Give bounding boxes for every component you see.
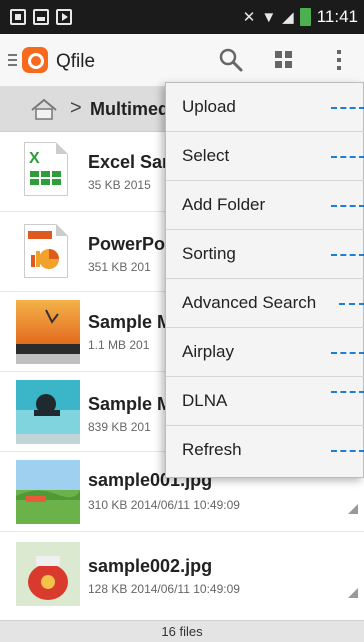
image-notification-icon (33, 9, 49, 25)
document-notification-icon (10, 9, 26, 25)
menu-item-label: DLNA (182, 391, 228, 410)
sunset-video-thumbnail (16, 300, 80, 364)
menu-item-label: Upload (182, 97, 236, 116)
row-corner-icon (348, 504, 358, 514)
annotation-dash (331, 205, 364, 207)
system-icons: ✕ ▼ ◢ 11:41 (243, 7, 358, 27)
file-name: PowerPoi (88, 234, 171, 254)
menu-item-label: Sorting (182, 244, 236, 263)
menu-item-refresh[interactable]: Refresh (166, 426, 364, 475)
annotation-dash (331, 254, 364, 256)
search-icon[interactable] (218, 47, 244, 73)
file-meta: 839 KB 201 (88, 420, 151, 434)
row-corner-icon (348, 588, 358, 598)
annotation-dash (331, 450, 364, 452)
menu-item-select[interactable]: Select (166, 132, 364, 181)
menu-item-advanced-search[interactable]: Advanced Search (166, 279, 364, 328)
action-bar: Qfile (0, 34, 364, 86)
menu-item-label: Add Folder (182, 195, 266, 214)
mute-icon: ✕ (242, 9, 256, 26)
excel-file-icon: X (24, 142, 68, 196)
file-name: Excel Sar (88, 152, 170, 172)
notification-icons (10, 9, 72, 25)
landscape-image-thumbnail (16, 460, 80, 524)
annotation-dash (331, 107, 364, 109)
annotation-dash (339, 303, 364, 305)
wifi-icon: ▼ (261, 8, 277, 26)
file-count: 16 files (0, 620, 364, 642)
battery-icon (299, 8, 311, 26)
menu-item-label: Refresh (182, 440, 242, 459)
svg-text:X: X (29, 150, 40, 167)
menu-item-sorting[interactable]: Sorting (166, 230, 364, 279)
menu-item-label: Select (182, 146, 230, 165)
status-clock: 11:41 (316, 7, 358, 26)
media-notification-icon (56, 9, 72, 25)
annotation-dash (331, 391, 364, 393)
menu-item-dlna[interactable]: DLNA (166, 377, 364, 426)
powerpoint-file-icon (24, 224, 68, 278)
qfile-logo-icon[interactable] (22, 47, 48, 73)
file-row[interactable]: sample002.jpg 128 KB 2014/06/11 10:49:09 (0, 532, 364, 612)
menu-item-upload[interactable]: Upload (166, 83, 364, 132)
file-name: sample002.jpg (88, 556, 213, 576)
menu-item-label: Airplay (182, 342, 234, 361)
file-meta: 310 KB 2014/06/11 10:49:09 (88, 498, 240, 512)
file-meta: 35 KB 2015 (88, 178, 151, 192)
signal-icon: ◢ (282, 9, 294, 26)
file-meta: 1.1 MB 201 (88, 338, 150, 352)
file-meta: 128 KB 2014/06/11 10:49:09 (88, 582, 240, 596)
home-icon[interactable] (30, 98, 58, 120)
menu-item-add-folder[interactable]: Add Folder (166, 181, 364, 230)
underwater-video-thumbnail (16, 380, 80, 444)
menu-item-airplay[interactable]: Airplay (166, 328, 364, 377)
annotation-dash (331, 352, 364, 354)
grid-view-icon[interactable] (275, 51, 293, 69)
drawer-menu-icon[interactable] (8, 54, 18, 69)
drink-image-thumbnail (16, 542, 80, 606)
breadcrumb-chevron-icon: > (70, 97, 82, 119)
more-vertical-icon[interactable] (337, 50, 343, 72)
status-bar: ✕ ▼ ◢ 11:41 (0, 0, 364, 34)
breadcrumb-folder[interactable]: Multimed (90, 99, 169, 120)
menu-item-label: Advanced Search (182, 293, 317, 312)
annotation-dash (331, 156, 364, 158)
file-name: Sample M (88, 312, 173, 332)
overflow-menu: Upload Select Add Folder Sorting Advance… (165, 82, 364, 478)
app-title: Qfile (56, 51, 96, 72)
file-name: Sample M (88, 394, 173, 414)
file-meta: 351 KB 201 (88, 260, 151, 274)
